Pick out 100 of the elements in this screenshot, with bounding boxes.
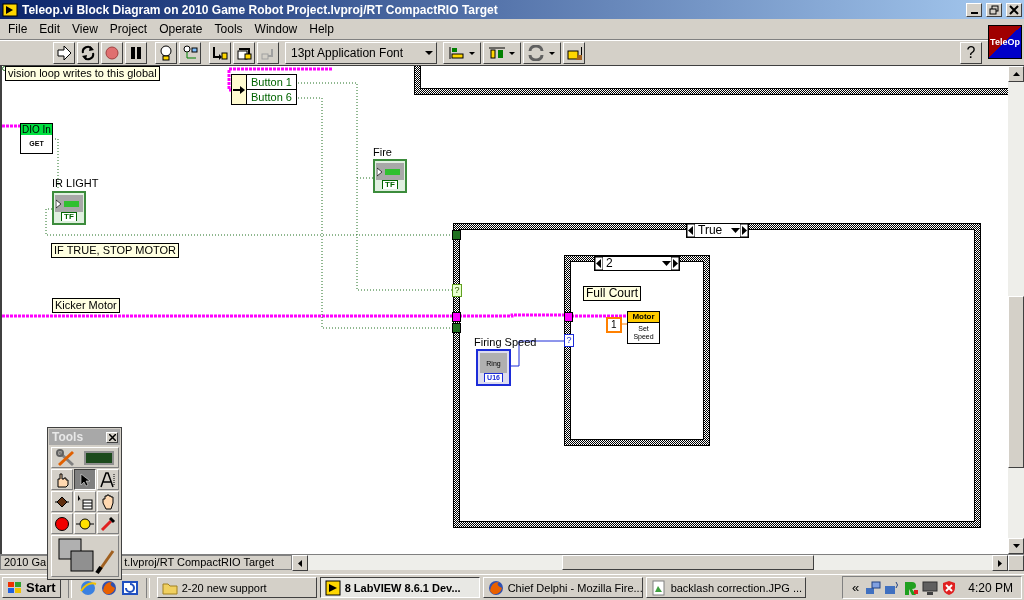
right-arrow-icon <box>998 559 1002 567</box>
minimize-icon <box>970 11 978 14</box>
step-over-button[interactable] <box>233 42 255 64</box>
menu-item[interactable]: File <box>2 22 34 36</box>
distribute-objects-button[interactable] <box>483 42 521 64</box>
window-icon <box>120 578 139 597</box>
menu-item[interactable]: Window <box>248 22 304 36</box>
case-value: True <box>697 224 724 237</box>
wire <box>571 314 627 318</box>
taskbar-button[interactable]: 8 LabVIEW 8.6.1 Dev... <box>319 577 480 598</box>
pointing-hand-icon <box>54 471 70 488</box>
probe-tool-button[interactable] <box>74 513 96 534</box>
font-dropdown[interactable]: 13pt Application Font <box>285 42 437 64</box>
close-button[interactable] <box>1006 2 1022 17</box>
probe-wire-icon <box>182 45 198 61</box>
close-button[interactable] <box>106 431 118 443</box>
clock: 4:20 PM <box>968 580 1013 595</box>
retain-wire-values-button[interactable] <box>179 42 201 64</box>
menu-item[interactable]: View <box>66 22 104 36</box>
project-path: 2010 Ga <box>3 556 47 569</box>
highlight-execution-button[interactable] <box>155 42 177 64</box>
wireless-network-icon <box>884 579 901 596</box>
broom-icon <box>566 45 582 61</box>
color-copy-tool-button[interactable] <box>97 513 119 534</box>
control-label: Firing Speed <box>474 336 537 348</box>
task-label: Chief Delphi - Mozilla Fire... <box>507 581 643 594</box>
caret-icon <box>731 227 740 234</box>
eyedropper-icon <box>100 515 116 532</box>
monitor-icon <box>922 579 939 596</box>
menu-item[interactable]: Tools <box>208 22 249 36</box>
selector-terminal: ? <box>452 284 462 297</box>
coloring-tool-button[interactable] <box>51 535 119 577</box>
scroll-thumb[interactable] <box>1008 296 1024 468</box>
run-button[interactable] <box>53 42 75 64</box>
menu-item[interactable]: Operate <box>153 22 209 36</box>
global-item: Button 1 <box>247 75 296 90</box>
automatic-tool-button[interactable] <box>51 447 119 468</box>
right-arrow-icon <box>740 224 748 237</box>
cursor-arrow-icon <box>79 472 91 487</box>
menu-item[interactable]: Help <box>303 22 340 36</box>
indicator-label: IR LIGHT <box>52 177 99 189</box>
case-selector[interactable]: True <box>686 223 749 238</box>
circular-arrows-icon <box>80 45 96 61</box>
restore-button[interactable] <box>986 2 1002 17</box>
scroll-thumb[interactable] <box>562 555 814 570</box>
help-button[interactable]: ? <box>960 42 982 64</box>
horizontal-scrollbar[interactable] <box>308 555 992 570</box>
align-objects-button[interactable] <box>443 42 481 64</box>
start-button[interactable]: Start <box>2 577 61 598</box>
right-arrow-icon <box>671 257 679 270</box>
step-into-button[interactable] <box>209 42 231 64</box>
clean-up-diagram-button[interactable] <box>563 42 585 64</box>
task-label: 2-20 new support <box>181 581 267 594</box>
minimize-button[interactable] <box>966 2 982 17</box>
tunnel <box>452 230 461 240</box>
abort-button[interactable] <box>101 42 123 64</box>
tunnel <box>564 312 573 322</box>
breakpoint-tool-button[interactable] <box>51 513 73 534</box>
light-bulb-icon <box>158 45 174 61</box>
caret-icon <box>425 50 433 56</box>
close-icon <box>108 433 116 441</box>
menu-item[interactable]: Edit <box>33 22 67 36</box>
pause-button[interactable] <box>125 42 147 64</box>
reorder-icon <box>527 45 557 61</box>
step-into-icon <box>212 45 228 61</box>
window-title: Teleop.vi Block Diagram on 2010 Game Robot Project.lvproj/RT CompactRIO Target <box>22 2 499 17</box>
fox-globe-icon <box>487 579 504 596</box>
shortcut-menu-tool-button[interactable] <box>74 491 96 512</box>
led-indicator <box>84 450 114 465</box>
scroll-tool-button[interactable] <box>97 491 119 512</box>
font-name: 13pt Application Font <box>291 46 404 60</box>
wiring-tool-button[interactable] <box>51 491 73 512</box>
data-type: TF <box>61 212 77 221</box>
show-hidden-icons-button[interactable]: « <box>849 580 863 595</box>
comment-label: Full Court <box>583 286 641 301</box>
wire <box>619 323 628 325</box>
run-continuously-button[interactable] <box>77 42 99 64</box>
taskbar-button[interactable]: 2-20 new support <box>156 577 317 598</box>
comment-label: vision loop writes to this global <box>5 66 160 81</box>
text-tool-button[interactable] <box>97 469 119 490</box>
operate-tool-button[interactable] <box>51 469 73 490</box>
node-header: Motor <box>628 312 659 323</box>
close-icon <box>1009 4 1019 15</box>
position-tool-button[interactable] <box>74 469 96 490</box>
taskbar-button[interactable]: Chief Delphi - Mozilla Fire... <box>482 577 643 598</box>
case-selector[interactable]: 2 <box>594 256 680 271</box>
left-arrow-icon <box>298 559 302 567</box>
wire <box>2 124 20 128</box>
comment-label: IF TRUE, STOP MOTOR <box>51 243 180 258</box>
reorder-button[interactable] <box>523 42 561 64</box>
vertical-scrollbar[interactable] <box>1008 66 1024 554</box>
start-label: Start <box>26 580 56 595</box>
case-value: 2 <box>605 257 614 270</box>
selector-terminal: ? <box>564 334 574 347</box>
menu-item[interactable]: Project <box>103 22 154 36</box>
step-out-button[interactable] <box>257 42 279 64</box>
image-file-icon <box>650 579 667 596</box>
globe-icon <box>78 578 97 597</box>
pause-icon <box>128 45 144 61</box>
taskbar-button[interactable]: backlash correction.JPG ... <box>645 577 806 598</box>
